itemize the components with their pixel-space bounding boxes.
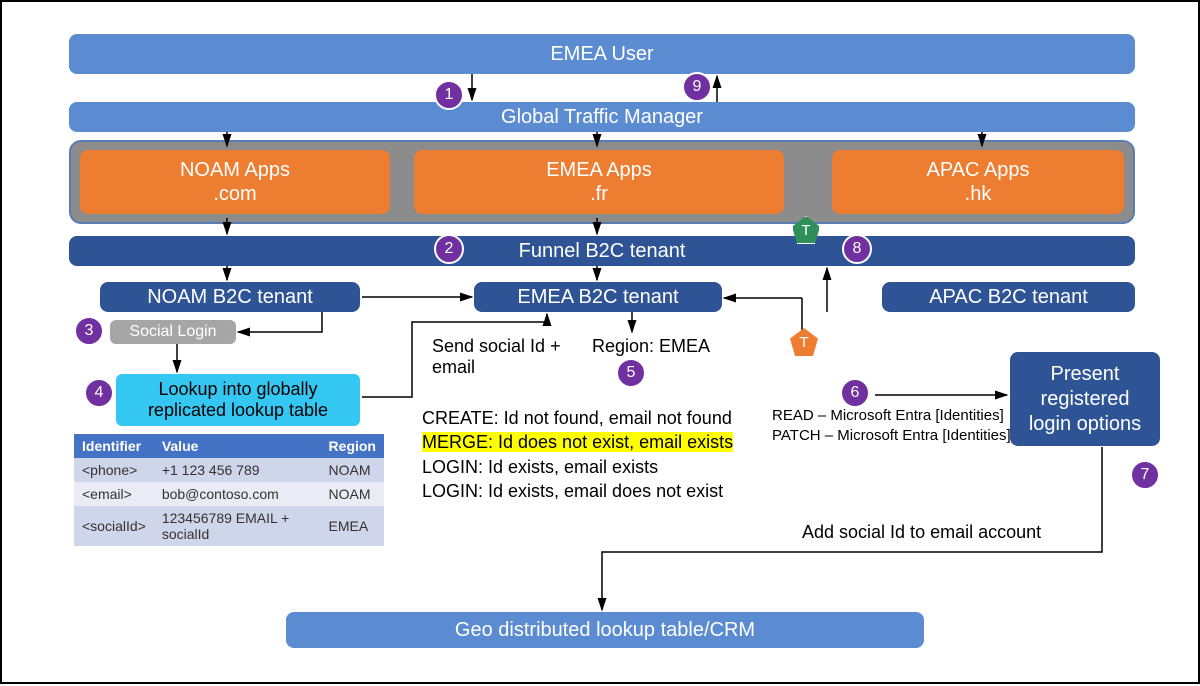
apac-apps-l1: APAC Apps: [926, 158, 1029, 182]
table-row: <phone> +1 123 456 789 NOAM: [74, 458, 384, 482]
create-line: CREATE: Id not found, email not found: [422, 406, 733, 430]
step-2: 2: [434, 234, 464, 264]
merge-line: MERGE: Id does not exist, email exists: [422, 432, 733, 452]
emea-tenant-box: EMEA B2C tenant: [474, 282, 722, 312]
noam-apps-box: NOAM Apps .com: [80, 150, 390, 214]
emea-apps-box: EMEA Apps .fr: [414, 150, 784, 214]
entra-block: READ – Microsoft Entra [Identities] PATC…: [772, 406, 1011, 447]
t-badge-green: T: [792, 216, 820, 244]
present-l1: Present: [1051, 362, 1120, 387]
geo-label: Geo distributed lookup table/CRM: [455, 619, 755, 642]
login1-line: LOGIN: Id exists, email exists: [422, 455, 733, 479]
table-row: <email> bob@contoso.com NOAM: [74, 482, 384, 506]
gtm-label: Global Traffic Manager: [501, 106, 703, 129]
th-value: Value: [154, 434, 321, 458]
step-1: 1: [434, 80, 464, 110]
step-4: 4: [84, 378, 114, 408]
noam-tenant-box: NOAM B2C tenant: [100, 282, 360, 312]
lookup-l2: replicated lookup table: [148, 400, 328, 421]
step-9: 9: [682, 72, 712, 102]
present-box: Present registered login options: [1010, 352, 1160, 446]
noam-apps-l1: NOAM Apps: [180, 158, 290, 182]
present-l2: registered: [1041, 387, 1130, 412]
send-social-l1: Send social Id +: [432, 336, 561, 357]
th-region: Region: [321, 434, 384, 458]
step-5: 5: [616, 358, 646, 388]
emea-apps-l1: EMEA Apps: [546, 158, 652, 182]
step-8: 8: [842, 234, 872, 264]
apac-tenant-label: APAC B2C tenant: [929, 286, 1088, 309]
funnel-box: Funnel B2C tenant: [69, 236, 1135, 266]
emea-user-box: EMEA User: [69, 34, 1135, 74]
present-l3: login options: [1029, 412, 1141, 437]
region-label: Region: EMEA: [592, 336, 710, 357]
table-row: <socialId> 123456789 EMAIL + socialId EM…: [74, 506, 384, 546]
social-login-label: Social Login: [129, 323, 216, 341]
gtm-box: Global Traffic Manager: [69, 102, 1135, 132]
noam-tenant-label: NOAM B2C tenant: [147, 286, 313, 309]
send-social-label: Send social Id + email: [432, 336, 561, 378]
emea-tenant-label: EMEA B2C tenant: [517, 286, 678, 309]
apac-apps-l2: .hk: [965, 182, 992, 206]
read-line: READ – Microsoft Entra [Identities]: [772, 406, 1011, 426]
diagram-canvas: EMEA User Global Traffic Manager NOAM Ap…: [0, 0, 1200, 684]
noam-apps-l2: .com: [213, 182, 256, 206]
step-6: 6: [840, 378, 870, 408]
emea-apps-l2: .fr: [590, 182, 608, 206]
geo-box: Geo distributed lookup table/CRM: [286, 612, 924, 648]
funnel-label: Funnel B2C tenant: [519, 240, 686, 263]
apac-tenant-box: APAC B2C tenant: [882, 282, 1135, 312]
lookup-box: Lookup into globally replicated lookup t…: [116, 374, 360, 426]
social-login-box: Social Login: [110, 320, 236, 344]
lookup-l1: Lookup into globally: [158, 379, 317, 400]
add-social-label: Add social Id to email account: [802, 522, 1041, 543]
step-7: 7: [1130, 460, 1160, 490]
lookup-table: Identifier Value Region <phone> +1 123 4…: [74, 434, 384, 546]
step-3: 3: [74, 316, 104, 346]
emea-user-label: EMEA User: [550, 43, 653, 66]
patch-line: PATCH – Microsoft Entra [Identities]: [772, 426, 1011, 446]
t-badge-orange: T: [790, 328, 818, 356]
decision-block: CREATE: Id not found, email not found ME…: [422, 406, 733, 503]
login2-line: LOGIN: Id exists, email does not exist: [422, 479, 733, 503]
send-social-l2: email: [432, 357, 561, 378]
apac-apps-box: APAC Apps .hk: [832, 150, 1124, 214]
th-identifier: Identifier: [74, 434, 154, 458]
